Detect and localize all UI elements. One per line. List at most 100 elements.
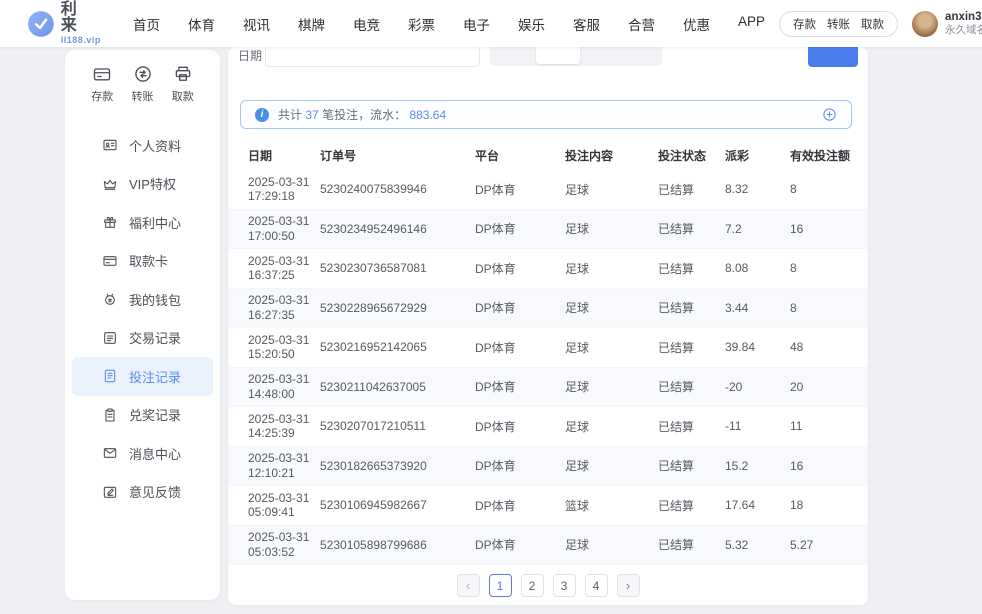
cell-valid-amount: 8: [790, 301, 868, 315]
cell-valid-amount: 8: [790, 182, 868, 196]
page-button-1[interactable]: 1: [489, 574, 512, 597]
date-value: 2025-03-31: [248, 451, 309, 465]
cell-date: 2025-03-31 16:37:25: [248, 254, 320, 283]
logo-icon: [28, 9, 54, 39]
pagination: ‹ 1 2 3 4 ›: [228, 574, 868, 597]
page-button-2[interactable]: 2: [521, 574, 544, 597]
nav-item-entertainment[interactable]: 娱乐: [504, 14, 559, 34]
nav-item-sports[interactable]: 体育: [174, 14, 229, 34]
sidebar-item-label: 消息中心: [129, 444, 181, 463]
quick-transfer-button[interactable]: 转账: [132, 64, 154, 104]
sidebar-item-messages[interactable]: 消息中心: [72, 434, 213, 473]
cell-payout: -11: [725, 419, 790, 433]
page: 利 来 ll188.vip 首页 体育 视讯 棋牌 电竞 彩票 电子 娱乐 客服…: [0, 0, 982, 614]
pill-withdraw-button[interactable]: 取款: [861, 16, 884, 32]
date-range-input[interactable]: [265, 47, 480, 67]
cell-payout: 39.84: [725, 340, 790, 354]
col-order: 订单号: [320, 147, 475, 164]
quick-withdraw-button[interactable]: 取款: [172, 64, 194, 104]
sidebar-item-label: 我的钱包: [129, 290, 181, 309]
cell-platform: DP体育: [475, 260, 565, 277]
sidebar-item-transactions[interactable]: 交易记录: [72, 319, 213, 358]
cell-payout: 17.64: [725, 498, 790, 512]
search-button[interactable]: [808, 47, 858, 67]
cell-valid-amount: 8: [790, 261, 868, 275]
cell-bet-content: 足球: [565, 418, 658, 435]
table-row: 2025-03-31 05:03:52 5230105898799686 DP体…: [228, 526, 868, 566]
nav-item-slots[interactable]: 电子: [449, 14, 504, 34]
filter-row: 日期: [228, 47, 868, 67]
feedback-icon: [102, 484, 118, 500]
next-page-button[interactable]: ›: [617, 574, 640, 597]
prev-page-button[interactable]: ‹: [457, 574, 480, 597]
logo-title: 利 来: [61, 2, 105, 34]
cell-date: 2025-03-31 16:27:35: [248, 293, 320, 322]
quick-withdraw-label: 取款: [172, 88, 194, 104]
time-value: 14:48:00: [248, 387, 295, 401]
sidebar-item-wallet[interactable]: 我的钱包: [72, 280, 213, 319]
cell-valid-amount: 16: [790, 459, 868, 473]
cell-order-number: 5230211042637005: [320, 380, 475, 394]
gift-icon: [102, 214, 118, 230]
site-logo[interactable]: 利 来 ll188.vip: [28, 2, 105, 45]
sidebar-item-label: 个人资料: [129, 136, 181, 155]
pill-transfer-button[interactable]: 转账: [827, 16, 850, 32]
id-card-icon: [102, 137, 118, 153]
nav-item-app[interactable]: APP: [724, 14, 779, 34]
sidebar: 存款 转账 取款 个人资料: [65, 50, 220, 600]
col-platform: 平台: [475, 147, 565, 164]
clipboard-icon: [102, 407, 118, 423]
time-value: 17:00:50: [248, 229, 295, 243]
page-button-3[interactable]: 3: [553, 574, 576, 597]
date-value: 2025-03-31: [248, 530, 309, 544]
sidebar-item-vip[interactable]: VIP特权: [72, 165, 213, 204]
cell-order-number: 5230230736587081: [320, 261, 475, 275]
nav-item-esports[interactable]: 电竞: [339, 14, 394, 34]
sidebar-item-welfare[interactable]: 福利中心: [72, 203, 213, 242]
sidebar-item-prize-records[interactable]: 兑奖记录: [72, 396, 213, 435]
nav-item-promo[interactable]: 优惠: [669, 14, 724, 34]
nav-item-live[interactable]: 视讯: [229, 14, 284, 34]
table-row: 2025-03-31 17:29:18 5230240075839946 DP体…: [228, 170, 868, 210]
nav-item-lottery[interactable]: 彩票: [394, 14, 449, 34]
sidebar-item-bet-records[interactable]: 投注记录: [72, 357, 213, 396]
table-row: 2025-03-31 16:27:35 5230228965672929 DP体…: [228, 289, 868, 329]
main-panel: 日期 i 共计 37 笔投注，流水： 883.64: [228, 47, 868, 605]
table-row: 2025-03-31 14:48:00 5230211042637005 DP体…: [228, 368, 868, 408]
cell-bet-content: 足球: [565, 536, 658, 553]
nav-item-chess[interactable]: 棋牌: [284, 14, 339, 34]
col-content: 投注内容: [565, 147, 658, 164]
user-info[interactable]: anxin3399 总资产： 1363.49元 永久域名： ll188.vip …: [912, 10, 982, 38]
cell-status: 已结算: [658, 181, 725, 198]
cell-payout: 5.32: [725, 538, 790, 552]
nav-item-partner[interactable]: 合营: [614, 14, 669, 34]
page-button-4[interactable]: 4: [585, 574, 608, 597]
date-value: 2025-03-31: [248, 214, 309, 228]
cell-date: 2025-03-31 17:29:18: [248, 175, 320, 204]
date-value: 2025-03-31: [248, 293, 309, 307]
cell-status: 已结算: [658, 299, 725, 316]
date-quick-option-selected[interactable]: [536, 47, 580, 64]
summary-prefix: 共计: [278, 108, 302, 122]
domain-label: 永久域名：: [945, 24, 982, 37]
cell-payout: 3.44: [725, 301, 790, 315]
date-quick-options[interactable]: [490, 47, 662, 66]
nav-item-home[interactable]: 首页: [119, 14, 174, 34]
cell-valid-amount: 20: [790, 380, 868, 394]
pill-deposit-button[interactable]: 存款: [793, 16, 816, 32]
quick-deposit-button[interactable]: 存款: [91, 64, 113, 104]
cell-order-number: 5230240075839946: [320, 182, 475, 196]
cell-platform: DP体育: [475, 497, 565, 514]
sidebar-item-feedback[interactable]: 意见反馈: [72, 473, 213, 512]
cell-status: 已结算: [658, 536, 725, 553]
cell-bet-content: 足球: [565, 457, 658, 474]
cell-order-number: 5230182665373920: [320, 459, 475, 473]
cell-valid-amount: 48: [790, 340, 868, 354]
sidebar-item-profile[interactable]: 个人资料: [72, 126, 213, 165]
circle-plus-icon[interactable]: [822, 107, 837, 122]
avatar[interactable]: [912, 11, 938, 37]
cell-platform: DP体育: [475, 181, 565, 198]
nav-item-service[interactable]: 客服: [559, 14, 614, 34]
cell-platform: DP体育: [475, 536, 565, 553]
sidebar-item-withdraw-card[interactable]: 取款卡: [72, 242, 213, 281]
